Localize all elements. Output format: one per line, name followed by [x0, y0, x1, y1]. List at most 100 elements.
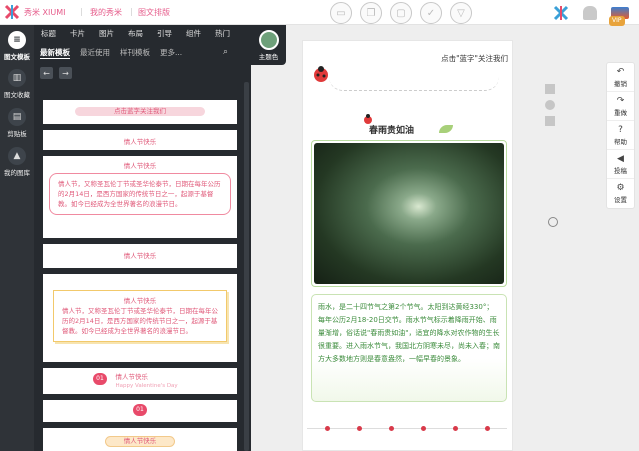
- grid-icon[interactable]: [545, 84, 555, 94]
- avatar[interactable]: VIP: [609, 6, 629, 26]
- toolbar-icons: ▭ ❐ ▢ ✓ ▽: [330, 2, 472, 24]
- tab-card[interactable]: 卡片: [63, 28, 92, 39]
- template-heart[interactable]: 01: [43, 400, 237, 422]
- template-card-yellow[interactable]: 情人节快乐 情人节，又称圣瓦伦丁节或圣华伦泰节，日期在每年公历的2月14日，是西…: [43, 274, 237, 362]
- left-nav: ≡ 图文模板 ▥ 图文收藏 ▤ 剪贴板 ▲ 我的图库: [0, 25, 34, 451]
- user-area: VIP: [553, 0, 639, 26]
- xiumi-logo-icon[interactable]: [4, 4, 20, 20]
- submit-button[interactable]: ◀ 投稿: [607, 150, 634, 179]
- crumb-layout[interactable]: 图文排版: [138, 7, 170, 18]
- subtab-recent[interactable]: 最近使用: [80, 47, 110, 58]
- subtab-sample[interactable]: 样刊模板: [120, 47, 150, 58]
- nav-favorites[interactable]: ▥ 图文收藏: [0, 69, 34, 99]
- template-card-pink[interactable]: 情人节快乐 情人节，又称圣瓦伦丁节或圣华伦泰节，日期在每年公历的2月14日，是西…: [43, 156, 237, 238]
- redo-icon: ↷: [616, 96, 625, 106]
- top-bar: 秀米 XIUMI | 我的秀米 | 图文排版 ▭ ❐ ▢ ✓ ▽ VIP: [0, 0, 639, 26]
- article-canvas[interactable]: 点击"蓝字"关注我们 春雨贵如油 雨水，是二十四节气之第2个节气。太阳到达黄经3…: [302, 40, 513, 451]
- template-heading-2[interactable]: 情人节快乐: [43, 244, 237, 268]
- template-heading-2-text: 情人节快乐: [123, 252, 157, 260]
- crumb-my-xiumi[interactable]: 我的秀米: [90, 7, 122, 18]
- tab-image[interactable]: 图片: [92, 28, 121, 39]
- leaf-icon: [439, 125, 453, 133]
- ladybug-icon: [314, 66, 328, 82]
- nav-gallery[interactable]: ▲ 我的图库: [0, 147, 34, 177]
- settings-label: 设置: [614, 196, 627, 204]
- gear-icon: ⚙: [616, 183, 625, 193]
- photo-frame[interactable]: [311, 140, 507, 287]
- undo-button[interactable]: ↶ 撤销: [607, 63, 634, 92]
- redo-button[interactable]: ↷ 重做: [607, 92, 634, 121]
- send-icon: ◀: [617, 154, 624, 164]
- tab-component[interactable]: 组件: [179, 28, 208, 39]
- tab-hot[interactable]: 热门: [208, 28, 237, 39]
- article-title[interactable]: 春雨贵如油: [369, 123, 414, 136]
- pager-arrows: ← →: [40, 67, 72, 79]
- nav-templates-label: 图文模板: [4, 53, 30, 61]
- submit-label: 投稿: [614, 167, 627, 175]
- template-ribbon[interactable]: 情人节快乐: [43, 428, 237, 451]
- hamburger-icon: ≡: [8, 31, 26, 49]
- canvas-side-icons: [545, 84, 555, 126]
- nav-clipboard[interactable]: ▤ 剪贴板: [0, 108, 34, 138]
- arrow-left-icon[interactable]: ←: [40, 67, 53, 79]
- article-body-text: 雨水，是二十四节气之第2个节气。太阳到达黄经330°；每年公历2月18-20日交…: [318, 303, 500, 363]
- subtab-row: 最新模板 最近使用 样刊模板 更多...: [34, 44, 251, 61]
- template-card-yellow-body: 情人节快乐 情人节，又称圣瓦伦丁节或圣华伦泰节，日期在每年公历的2月14日，是西…: [53, 290, 227, 342]
- redo-label: 重做: [614, 109, 627, 117]
- right-toolbar: ↶ 撤销 ↷ 重做 ? 帮助 ◀ 投稿 ⚙ 设置: [606, 62, 635, 209]
- subtab-latest[interactable]: 最新模板: [40, 47, 70, 59]
- crumb-separator: |: [80, 7, 83, 16]
- bead: [421, 426, 426, 431]
- follow-prompt: 点击"蓝字"关注我们: [441, 54, 508, 63]
- template-card-pink-body: 情人节，又称圣瓦伦丁节或圣华伦泰节，日期在每年公历的2月14日，是西方国家的传统…: [49, 173, 231, 215]
- template-follow[interactable]: 点击蓝字关注我们: [43, 100, 237, 124]
- folder-icon[interactable]: ▭: [330, 2, 352, 24]
- gear-small-icon[interactable]: [545, 100, 555, 110]
- arrow-right-icon[interactable]: →: [59, 67, 72, 79]
- help-label: 帮助: [614, 138, 627, 146]
- template-heading[interactable]: 情人节快乐: [43, 130, 237, 150]
- undo-label: 撤销: [614, 80, 627, 88]
- settings-button[interactable]: ⚙ 设置: [607, 179, 634, 208]
- theme-color-picker[interactable]: 主题色: [251, 25, 286, 65]
- theme-color-label: 主题色: [258, 53, 279, 61]
- crumb-separator: |: [130, 7, 133, 16]
- subtab-more[interactable]: 更多...: [160, 47, 182, 58]
- template-valentine[interactable]: 01 情人节快乐 Happy Valentine's Day: [43, 368, 237, 394]
- tab-guide[interactable]: 引导: [150, 28, 179, 39]
- help-button[interactable]: ? 帮助: [607, 121, 634, 150]
- article-body-card[interactable]: 雨水，是二十四节气之第2个节气。太阳到达黄经330°；每年公历2月18-20日交…: [311, 294, 507, 402]
- theme-color-swatch[interactable]: [258, 30, 279, 50]
- download-icon[interactable]: ▽: [450, 2, 472, 24]
- template-valentine-subtitle: Happy Valentine's Day: [115, 383, 178, 389]
- mouse-cursor-icon: [548, 217, 558, 227]
- check-icon[interactable]: ✓: [420, 2, 442, 24]
- bell-icon[interactable]: [583, 5, 597, 20]
- nav-clipboard-label: 剪贴板: [7, 130, 27, 138]
- snowdrop-photo[interactable]: [314, 143, 504, 284]
- bookmark-icon: ▥: [8, 69, 26, 87]
- template-follow-text: 点击蓝字关注我们: [75, 107, 205, 116]
- panel-scrollbar[interactable]: [244, 82, 249, 451]
- template-valentine-title: 情人节快乐: [115, 373, 149, 381]
- xiumi-small-logo-icon[interactable]: [553, 5, 569, 21]
- preview-icon[interactable]: ▢: [390, 2, 412, 24]
- category-row: 标题 卡片 图片 布局 引导 组件 热门: [34, 25, 251, 42]
- bar-chart-icon[interactable]: [545, 116, 555, 126]
- template-card-yellow-text: 情人节，又称圣瓦伦丁节或圣华伦泰节，日期在每年公历的2月14日，是西方国家的传统…: [62, 307, 218, 335]
- tab-layout[interactable]: 布局: [121, 28, 150, 39]
- nav-favorites-label: 图文收藏: [4, 91, 30, 99]
- bead: [357, 426, 362, 431]
- bead: [453, 426, 458, 431]
- template-ribbon-text: 情人节快乐: [105, 436, 175, 447]
- beaded-divider: [307, 426, 507, 431]
- undo-icon: ↶: [616, 67, 625, 77]
- heart-number-badge: 01: [133, 404, 147, 416]
- nav-templates[interactable]: ≡ 图文模板: [0, 31, 34, 61]
- search-icon[interactable]: ⌕: [223, 47, 228, 57]
- brand-link[interactable]: 秀米 XIUMI: [24, 7, 66, 18]
- tab-title[interactable]: 标题: [34, 28, 63, 39]
- image-library-icon: ▲: [8, 147, 26, 165]
- copy-icon[interactable]: ❐: [360, 2, 382, 24]
- nav-gallery-label: 我的图库: [4, 169, 30, 177]
